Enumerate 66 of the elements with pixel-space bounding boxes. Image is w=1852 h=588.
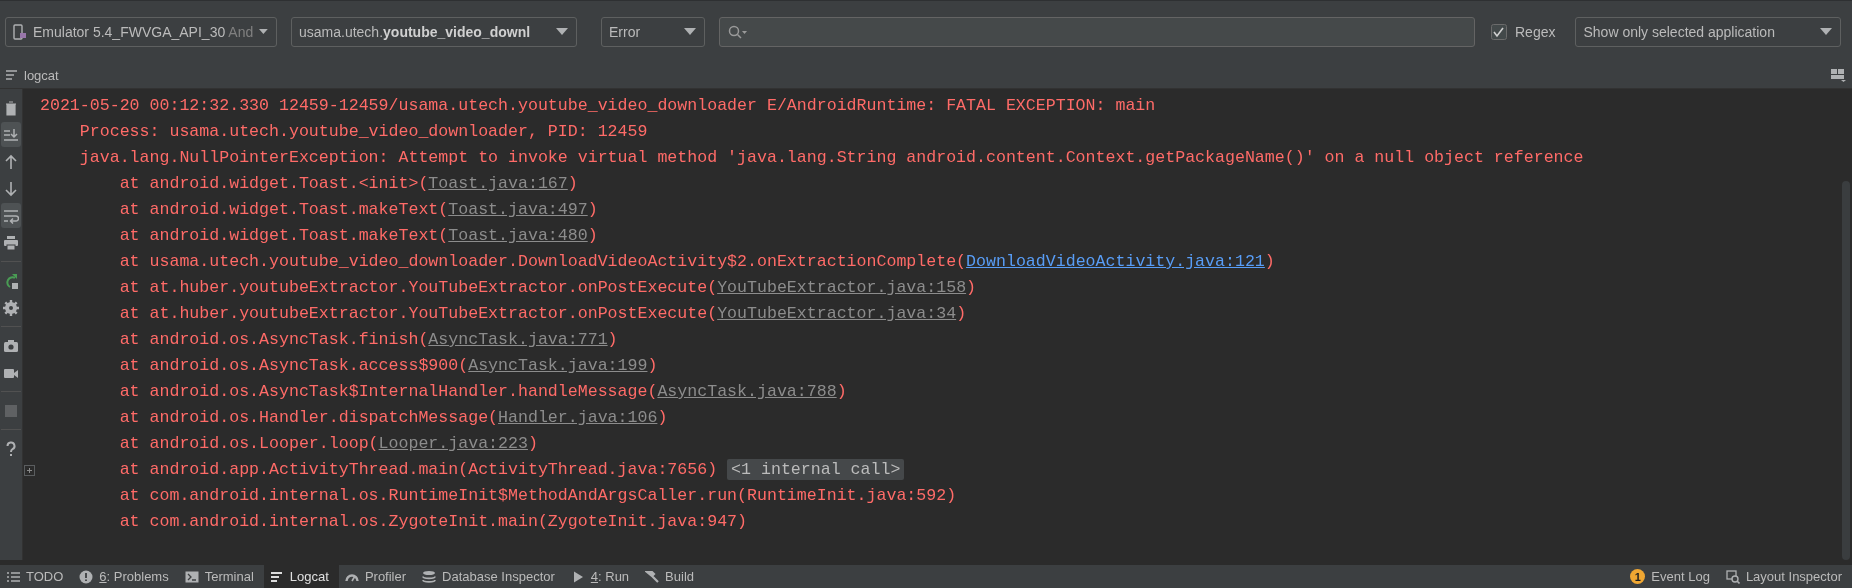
log-line: at usama.utech.youtube_video_downloader.DownloadVideoActivity$2.onExtractionComplete(DownloadVideoActivity.java:121)	[118, 251, 1275, 273]
phone-icon	[13, 23, 27, 40]
source-link[interactable]: Looper.java:223	[378, 434, 528, 453]
hammer-icon	[645, 569, 660, 584]
tool-window-tab[interactable]: Build	[639, 565, 705, 588]
soft-wrap-icon[interactable]	[1, 203, 21, 228]
source-link[interactable]: Handler.java:106	[498, 408, 658, 427]
log-line: at com.android.internal.os.RuntimeInit$MethodAndArgsCaller.run(RuntimeInit.java:592)	[118, 485, 957, 507]
tool-window-tab[interactable]: 1 Event Log	[1624, 565, 1720, 588]
log-line: 2021-05-20 00:12:32.330 12459-12459/usama.utech.youtube_video_downloader E/AndroidRuntime: FATAL EXCEPTION: main	[40, 95, 1156, 117]
notification-count: 1	[1630, 569, 1646, 584]
log-line: at android.widget.Toast.<init>(Toast.java:167)	[118, 173, 578, 195]
package-dropdown[interactable]: usama.utech.youtube_video_downl	[291, 16, 577, 47]
source-link[interactable]: Toast.java:497	[448, 200, 588, 219]
source-link[interactable]: AsyncTask.java:771	[428, 330, 608, 349]
tool-window-tab[interactable]: 4: Run	[564, 565, 640, 588]
tool-window-tab[interactable]: 6: Problems	[73, 565, 179, 588]
expand-icon[interactable]	[23, 464, 35, 476]
dropdown-arrow-icon	[684, 28, 696, 35]
lines-icon	[6, 70, 18, 80]
log-line: at android.os.Looper.loop(Looper.java:223)	[118, 433, 538, 455]
tool-window-tab[interactable]: Database Inspector	[416, 565, 565, 588]
log-line: at android.widget.Toast.makeText(Toast.java:480)	[118, 225, 598, 247]
dropdown-arrow-icon	[1820, 28, 1833, 35]
source-link[interactable]: AsyncTask.java:788	[657, 382, 837, 401]
dropdown-arrow-icon	[259, 28, 268, 35]
log-line: at at.huber.youtubeExtractor.YouTubeExtractor.onPostExecute(YouTubeExtractor.java:34)	[118, 303, 967, 325]
source-link[interactable]: YouTubeExtractor.java:158	[717, 278, 967, 297]
source-link[interactable]: AsyncTask.java:199	[468, 356, 648, 375]
source-link[interactable]: DownloadVideoActivity.java:121	[966, 252, 1265, 271]
list-icon	[6, 569, 20, 584]
tool-window-tab[interactable]: Layout Inspector	[1719, 565, 1852, 588]
log-line: at at.huber.youtubeExtractor.YouTubeExtractor.onPostExecute(YouTubeExtractor.java:158)	[118, 277, 977, 299]
source-link[interactable]: Toast.java:167	[428, 174, 568, 193]
log-line: at android.os.AsyncTask$InternalHandler.handleMessage(AsyncTask.java:788)	[118, 381, 847, 403]
source-link[interactable]: YouTubeExtractor.java:34	[717, 304, 957, 323]
log-line: at android.os.Handler.dispatchMessage(Handler.java:106)	[118, 407, 668, 429]
source-link[interactable]: Toast.java:480	[448, 226, 588, 245]
regex-label: Regex	[1515, 23, 1556, 40]
device-dropdown[interactable]: Emulator 5.4_FWVGA_API_30 And	[5, 16, 277, 47]
database-icon	[422, 569, 437, 584]
log-line: java.lang.NullPointerException: Attempt to invoke virtual method 'java.lang.String android.content.Context.getPackageName()' on a null object reference	[78, 147, 1584, 169]
search-field[interactable]	[719, 16, 1475, 47]
log-line: at com.android.internal.os.ZygoteInit.main(ZygoteInit.java:947)	[118, 511, 747, 533]
dropdown-arrow-icon	[556, 28, 568, 35]
log-line: at android.widget.Toast.makeText(Toast.java:497)	[118, 199, 598, 221]
panel-title: logcat	[24, 67, 59, 83]
alert-icon	[79, 569, 94, 584]
internal-calls-badge[interactable]: <1 internal call>	[727, 459, 905, 480]
layout-inspector-icon	[1725, 569, 1740, 584]
filter-dropdown[interactable]: Show only selected application	[1575, 16, 1842, 47]
log-line: at android.os.AsyncTask.finish(AsyncTask.java:771)	[118, 329, 618, 351]
tool-window-tab[interactable]: Profiler	[338, 565, 417, 588]
tool-window-tab[interactable]: Logcat	[263, 565, 339, 588]
tool-window-tab[interactable]: Terminal	[178, 565, 264, 588]
terminal-icon	[184, 569, 199, 584]
log-line: Process: usama.utech.youtube_video_downloader, PID: 12459	[78, 121, 648, 143]
tool-window-tab[interactable]: TODO	[0, 565, 74, 588]
lines-icon	[269, 569, 284, 584]
layout-icon[interactable]	[1830, 68, 1846, 82]
regex-checkbox[interactable]	[1491, 23, 1507, 40]
search-icon	[728, 24, 748, 39]
scroll-to-end-icon[interactable]	[1, 122, 21, 147]
log-line: at android.app.ActivityThread.main(ActivityThread.java:7656) <1 internal call>	[40, 457, 905, 483]
log-line: at android.os.AsyncTask.access$900(AsyncTask.java:199)	[118, 355, 658, 377]
log-level-dropdown[interactable]: Error	[601, 16, 705, 47]
